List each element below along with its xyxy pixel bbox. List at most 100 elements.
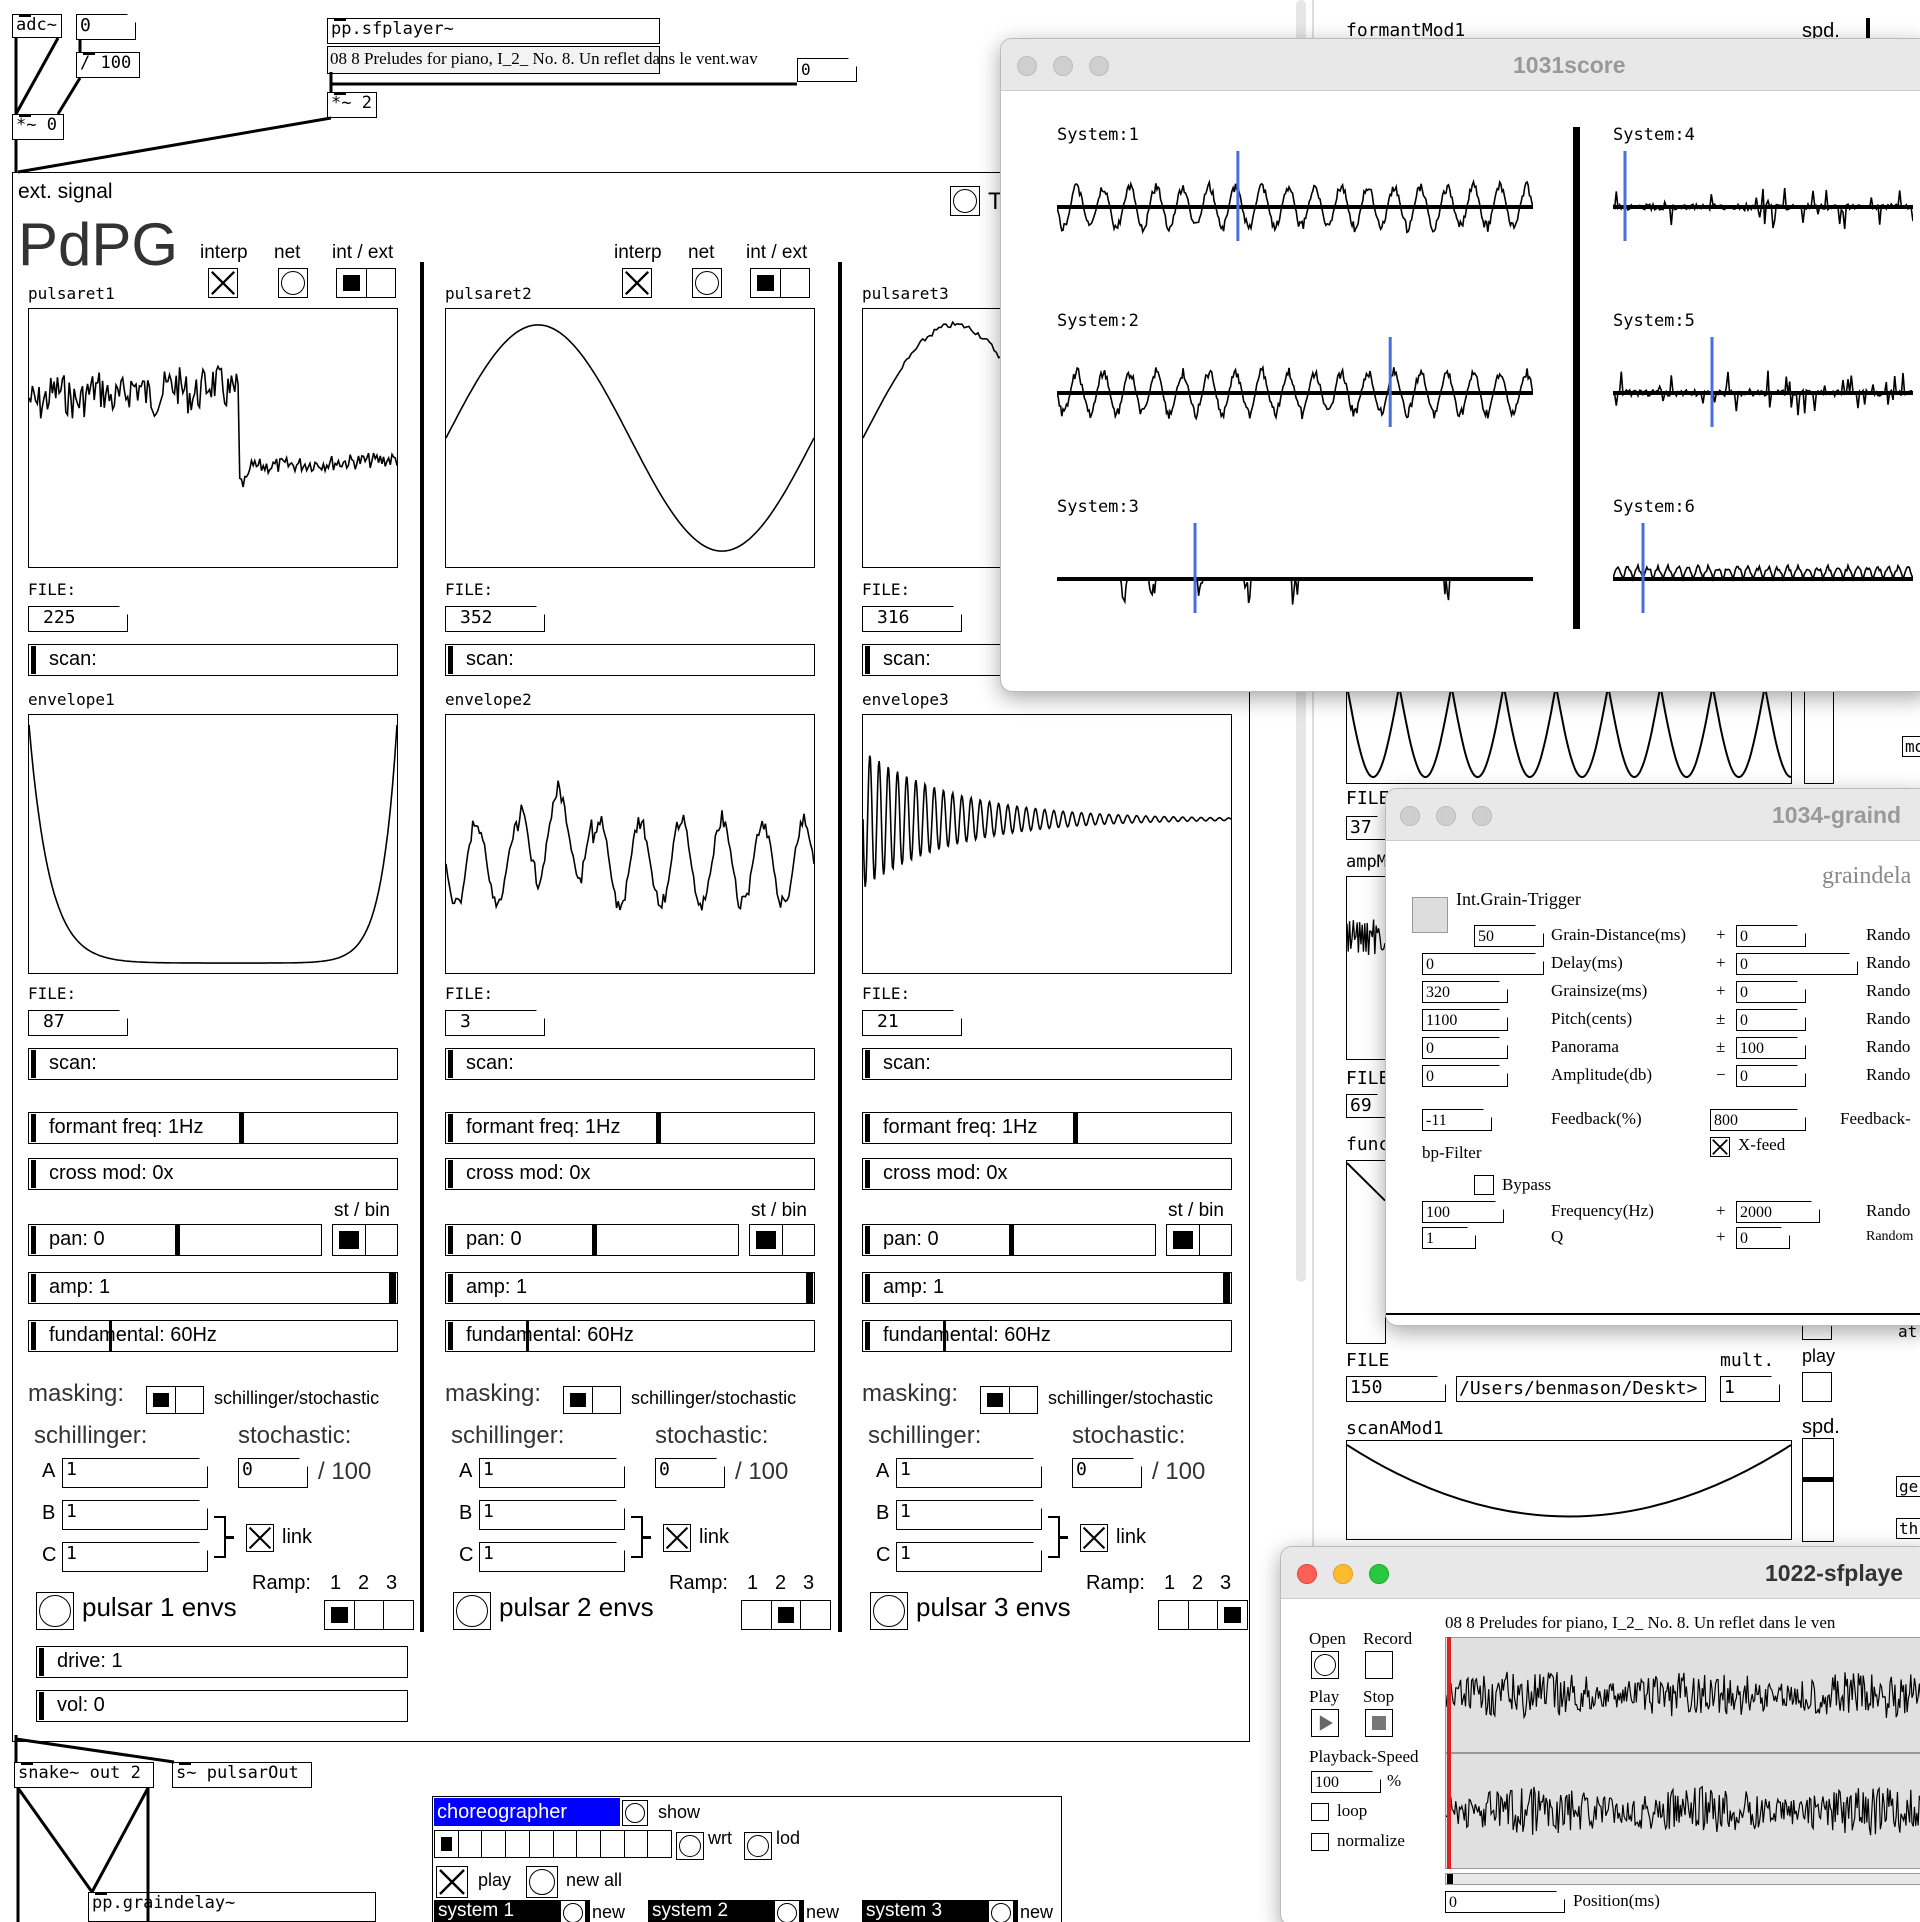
new-all-bang[interactable] [526,1866,558,1898]
masking-radio[interactable] [146,1386,204,1414]
frequency-right-number[interactable]: 2000 [1736,1201,1820,1223]
pulsaret-scan-slider[interactable]: scan: [445,644,815,676]
pulsaret-waveform[interactable] [445,308,815,568]
cross-mod-slider[interactable]: cross mod: 0x [862,1158,1232,1190]
feedback-right-number[interactable]: 800 [1710,1109,1806,1131]
playback-speed-number[interactable]: 100 [1311,1771,1381,1793]
schillinger-a-input[interactable]: 1 [479,1458,625,1488]
vol-slider[interactable]: vol: 0 [36,1690,408,1722]
score-titlebar[interactable]: 1031score [1001,39,1920,91]
score-minimize-button[interactable] [1053,56,1073,76]
pan-slider[interactable]: pan: 0 [28,1224,322,1256]
score-close-button[interactable] [1017,56,1037,76]
sfplayer-zoom-button[interactable] [1369,1564,1389,1584]
schillinger-b-input[interactable]: 1 [62,1500,208,1530]
fundamental-slider[interactable]: fundamental: 60Hz [862,1320,1232,1352]
file-number-1[interactable]: 37 [1346,816,1386,840]
envelope-waveform[interactable] [28,714,398,974]
amp-slider[interactable]: amp: 1 [28,1272,398,1304]
envelope-waveform[interactable] [862,714,1232,974]
schillinger-c-input[interactable]: 1 [479,1542,625,1572]
fundamental-knob[interactable] [109,1321,112,1351]
link-toggle[interactable] [246,1524,274,1552]
grain-left-number[interactable]: 0 [1422,953,1544,975]
stop-button[interactable] [1365,1709,1393,1737]
ramp-radio[interactable] [1158,1600,1248,1630]
formant-freq-slider[interactable]: formant freq: 1Hz [28,1112,398,1144]
play-toggle-bg[interactable] [1802,1372,1832,1402]
grain-right-number[interactable]: 0 [1736,925,1806,947]
open-bang[interactable] [1311,1651,1339,1679]
loop-toggle[interactable] [1311,1803,1329,1821]
score-zoom-button[interactable] [1089,56,1109,76]
grain-right-number[interactable]: 100 [1736,1037,1806,1059]
pan-knob[interactable] [175,1225,180,1255]
stochastic-input[interactable]: 0 [238,1458,308,1488]
envelope-file-number[interactable]: 21 [862,1010,962,1036]
schillinger-a-input[interactable]: 1 [896,1458,1042,1488]
mult-number[interactable]: 1 [1720,1376,1780,1402]
pulsar-envs-bang[interactable] [870,1592,908,1630]
net-bang[interactable] [692,268,722,298]
file-path-field[interactable]: /Users/benmason/Deskt> [1456,1376,1706,1402]
formant-freq-slider[interactable]: formant freq: 1Hz [445,1112,815,1144]
system-waveform[interactable] [1613,151,1913,241]
feedback-left-number[interactable]: -11 [1422,1109,1492,1131]
pan-slider[interactable]: pan: 0 [862,1224,1156,1256]
int-ext-radio[interactable] [336,268,396,298]
fundamental-slider[interactable]: fundamental: 60Hz [28,1320,398,1352]
show-bang[interactable] [622,1800,648,1826]
grain-trigger-toggle[interactable] [1412,897,1448,933]
system-waveform[interactable] [1613,523,1913,613]
cross-mod-slider[interactable]: cross mod: 0x [28,1158,398,1190]
schillinger-c-input[interactable]: 1 [62,1542,208,1572]
pulsar-envs-bang[interactable] [453,1592,491,1630]
grain-left-number[interactable]: 1100 [1422,1009,1508,1031]
pulsaret-file-number[interactable]: 225 [28,606,128,632]
system-2-new-bang[interactable] [774,1900,800,1922]
graindelay-close-button[interactable] [1400,806,1420,826]
fundamental-knob[interactable] [943,1321,946,1351]
cross-mod-slider[interactable]: cross mod: 0x [445,1158,815,1190]
play-button[interactable] [1311,1709,1339,1737]
sfplayer-titlebar[interactable]: 1022-sfplaye [1281,1547,1920,1599]
graindelay-window[interactable]: 1034-graind graindela Int.Grain-Trigger … [1385,788,1920,1326]
pulsaret-waveform[interactable] [28,308,398,568]
sfplayer-close-button[interactable] [1297,1564,1317,1584]
pulsaret-file-number[interactable]: 352 [445,606,545,632]
grain-left-number[interactable]: 320 [1422,981,1508,1003]
file-number-3[interactable]: 150 [1346,1376,1446,1402]
int-ext-radio[interactable] [750,268,810,298]
envelope-file-number[interactable]: 87 [28,1010,128,1036]
sfplayer-waveform-left[interactable] [1445,1637,1920,1753]
system-selector[interactable] [434,1830,672,1858]
grain-right-number[interactable]: 0 [1736,953,1858,975]
wrt-bang[interactable] [676,1832,704,1860]
net-bang[interactable] [278,268,308,298]
ramp-radio[interactable] [324,1600,414,1630]
normalize-toggle[interactable] [1311,1833,1329,1851]
schillinger-b-input[interactable]: 1 [479,1500,625,1530]
amp-knob[interactable] [1223,1273,1230,1303]
system-waveform[interactable] [1057,151,1533,241]
interp-toggle[interactable] [208,268,238,298]
amp-slider[interactable]: amp: 1 [862,1272,1232,1304]
pulsaret-file-number[interactable]: 316 [862,606,962,632]
st-bin-radio[interactable] [749,1224,815,1256]
sfplayer-waveform-right[interactable] [1445,1753,1920,1869]
position-slider[interactable] [1445,1873,1920,1885]
amp-slider[interactable]: amp: 1 [445,1272,815,1304]
fundamental-knob[interactable] [526,1321,529,1351]
formant-freq-slider[interactable]: formant freq: 1Hz [862,1112,1232,1144]
system-1-new-bang[interactable] [560,1900,586,1922]
score-window[interactable]: 1031score System:1 System:2 System:3 Sys… [1000,38,1920,692]
sfplayer-window[interactable]: 1022-sfplaye Open Record Play Stop Playb… [1280,1546,1920,1922]
schillinger-a-input[interactable]: 1 [62,1458,208,1488]
play-toggle[interactable] [436,1866,468,1898]
drive-slider[interactable]: drive: 1 [36,1646,408,1678]
masking-radio[interactable] [563,1386,621,1414]
grain-left-number[interactable]: 50 [1474,925,1544,947]
graindelay-titlebar[interactable]: 1034-graind [1386,789,1920,841]
record-toggle[interactable] [1365,1651,1393,1679]
pan-slider[interactable]: pan: 0 [445,1224,739,1256]
